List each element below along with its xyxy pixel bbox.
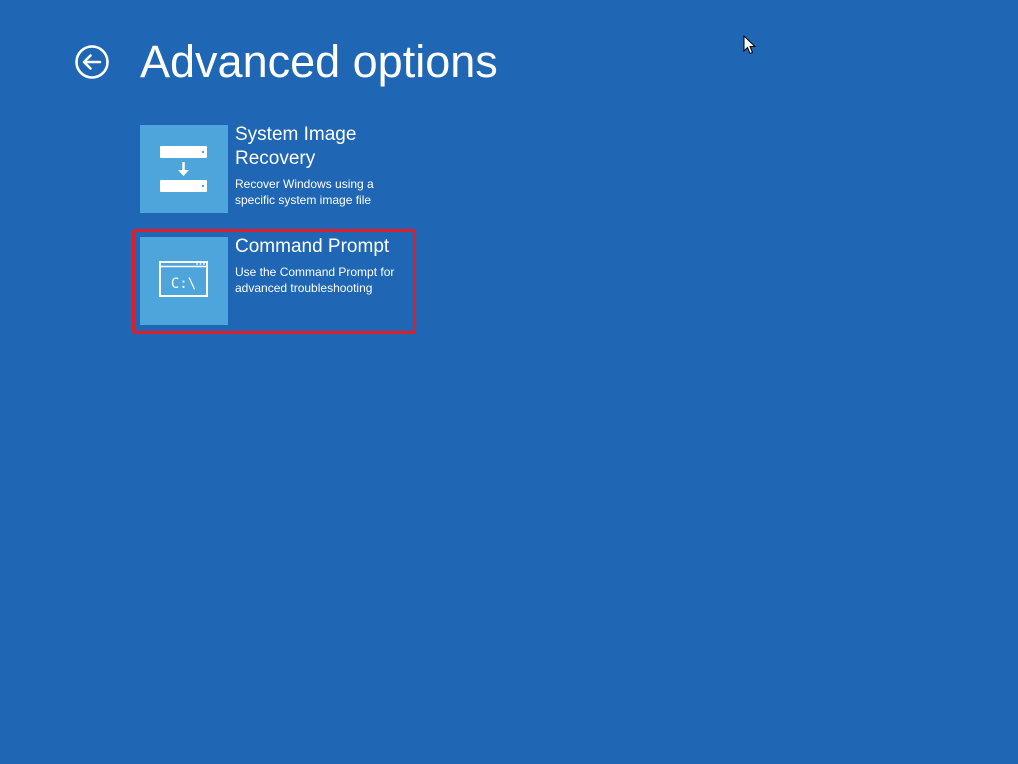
system-image-recovery-text: System Image Recovery Recover Windows us… (235, 123, 415, 208)
system-image-recovery-tile (140, 125, 228, 213)
page-title: Advanced options (140, 36, 498, 87)
command-prompt-icon: C:\ (159, 261, 208, 297)
system-image-recovery-option[interactable]: System Image Recovery Recover Windows us… (140, 124, 410, 213)
command-prompt-option[interactable]: C:\ Command Prompt Use the Command Promp… (140, 236, 410, 325)
command-prompt-tile: C:\ (140, 237, 228, 325)
option-description: Recover Windows using a specific system … (235, 177, 374, 207)
command-prompt-text: Command Prompt Use the Command Prompt fo… (235, 235, 415, 296)
option-description: Use the Command Prompt for advanced trou… (235, 265, 395, 295)
back-arrow-circle-icon (75, 45, 109, 79)
option-title: System Image Recovery (235, 124, 357, 169)
drive-restore-icon (160, 146, 207, 192)
option-title: Command Prompt (235, 236, 390, 257)
mouse-pointer-icon (743, 35, 757, 55)
back-button[interactable] (74, 44, 110, 80)
command-prompt-icon-text: C:\ (171, 276, 196, 292)
